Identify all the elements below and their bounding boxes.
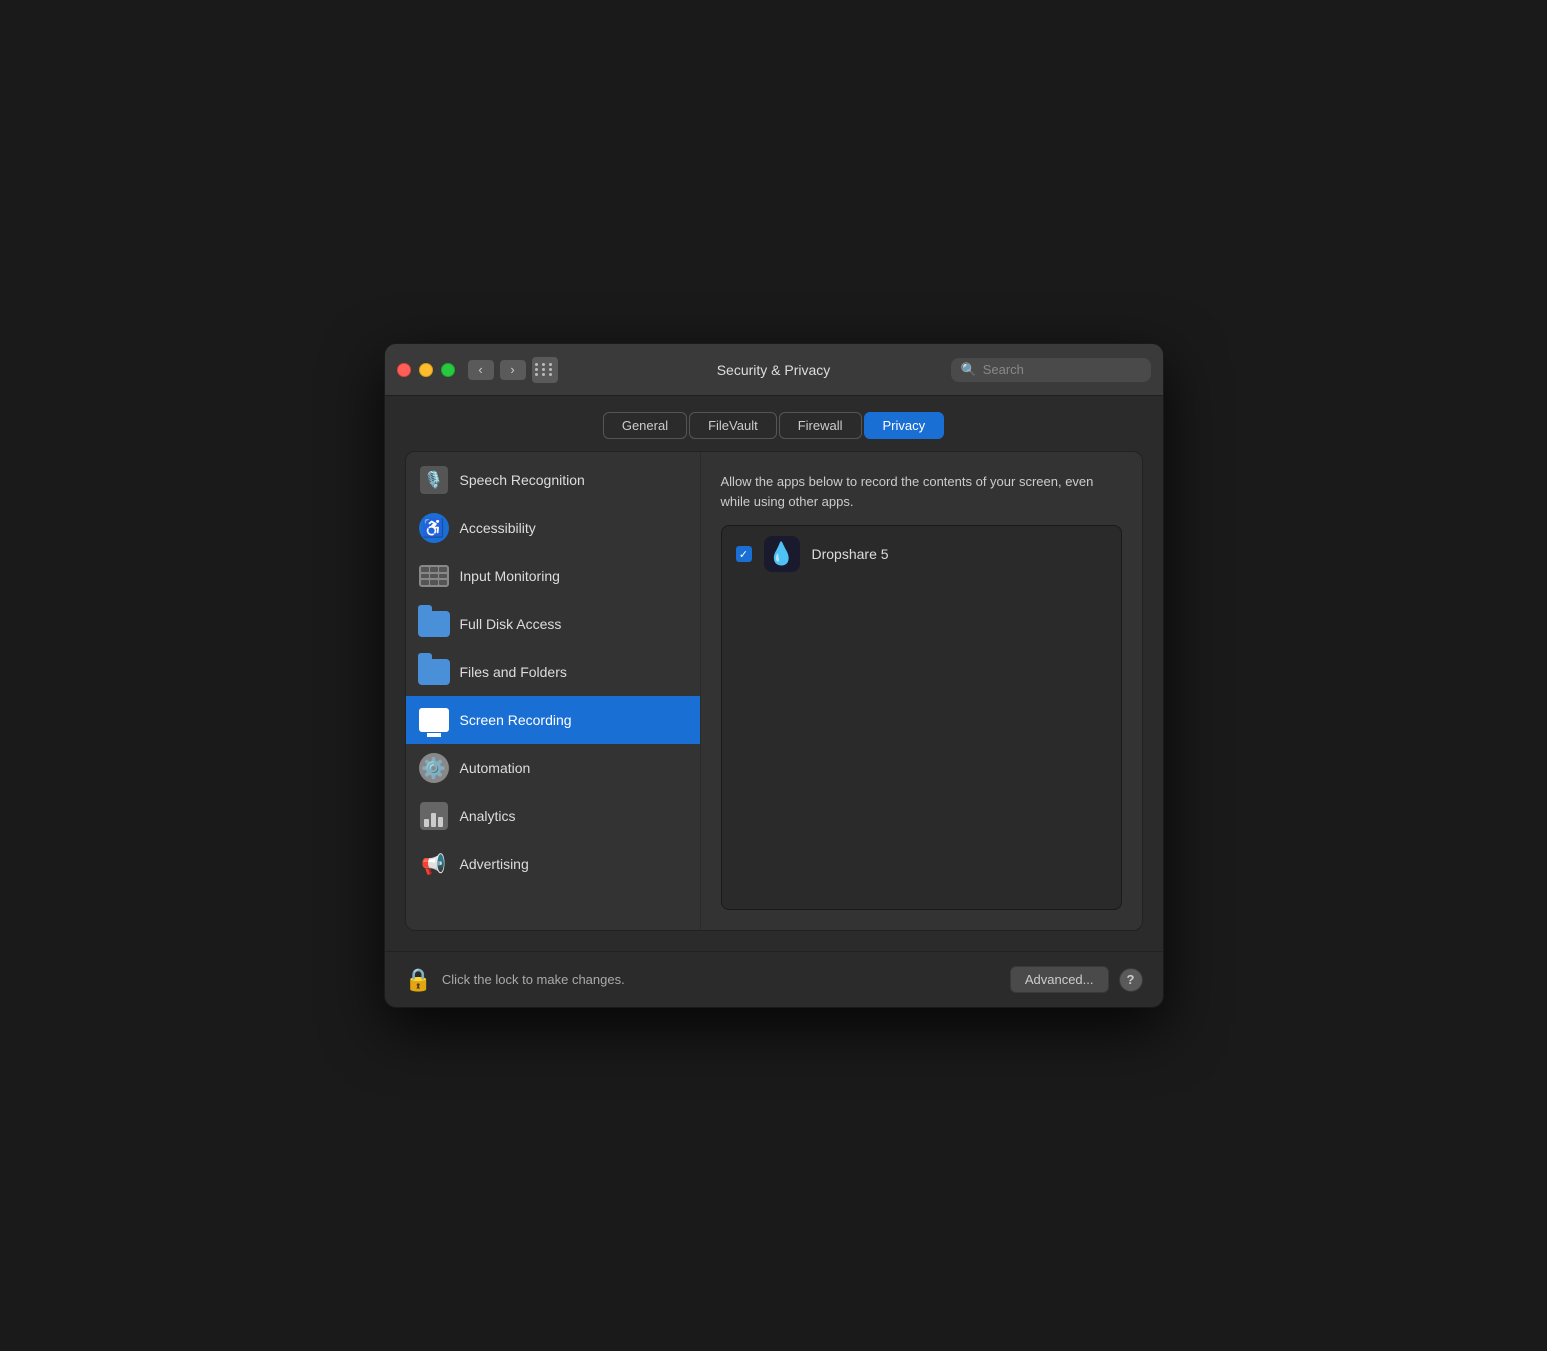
titlebar: ‹ › Security & Privacy 🔍 [385,344,1163,396]
accessibility-icon: ♿ [419,513,449,543]
app-icon-dropshare: 💧 [764,536,800,572]
search-bar[interactable]: 🔍 [951,358,1151,382]
sidebar-label-analytics: Analytics [460,808,516,824]
grid-icon [535,363,554,376]
description-text: Allow the apps below to record the conte… [721,472,1122,511]
sidebar-item-input-monitoring[interactable]: Input Monitoring [406,552,700,600]
app-checkbox-dropshare[interactable]: ✓ [736,546,752,562]
nav-buttons: ‹ › [467,359,527,381]
sidebar-label-files-and-folders: Files and Folders [460,664,567,680]
maximize-button[interactable] [441,363,455,377]
tab-privacy[interactable]: Privacy [864,412,945,439]
sidebar-item-full-disk-access[interactable]: Full Disk Access [406,600,700,648]
sidebar-label-screen-recording: Screen Recording [460,712,572,728]
apps-list: ✓ 💧 Dropshare 5 [721,525,1122,910]
traffic-lights [397,363,455,377]
folder-icon-files [418,659,450,685]
window-title: Security & Privacy [717,362,831,378]
sidebar-item-files-and-folders[interactable]: Files and Folders [406,648,700,696]
sidebar-label-accessibility: Accessibility [460,520,536,536]
main-content: 🎙️ Speech Recognition ♿ Accessibility [385,451,1163,951]
sidebar-item-automation[interactable]: ⚙️ Automation [406,744,700,792]
table-row: ✓ 💧 Dropshare 5 [722,526,1121,582]
tabs-bar: General FileVault Firewall Privacy [385,396,1163,451]
app-name-dropshare: Dropshare 5 [812,546,889,562]
search-input[interactable] [983,362,1141,377]
sidebar-label-automation: Automation [460,760,531,776]
megaphone-icon: 📢 [419,850,449,878]
gear-icon: ⚙️ [419,753,449,783]
sidebar-label-input-monitoring: Input Monitoring [460,568,560,584]
sidebar-label-speech-recognition: Speech Recognition [460,472,585,488]
main-window: ‹ › Security & Privacy 🔍 General FileVau… [384,343,1164,1008]
forward-button[interactable]: › [499,359,527,381]
sidebar-item-screen-recording[interactable]: Screen Recording [406,696,700,744]
sidebar-item-speech-recognition[interactable]: 🎙️ Speech Recognition [406,456,700,504]
sidebar-item-advertising[interactable]: 📢 Advertising [406,840,700,888]
close-button[interactable] [397,363,411,377]
advanced-button[interactable]: Advanced... [1010,966,1109,993]
bottom-buttons: Advanced... ? [1010,966,1143,993]
folder-icon-disk [418,611,450,637]
sidebar-item-accessibility[interactable]: ♿ Accessibility [406,504,700,552]
sidebar-item-analytics[interactable]: Analytics [406,792,700,840]
grid-view-button[interactable] [531,356,559,384]
mic-icon: 🎙️ [420,466,448,494]
keyboard-icon [419,565,449,587]
tab-firewall[interactable]: Firewall [779,412,862,439]
monitor-icon [419,708,449,732]
lock-icon[interactable]: 🔒 [405,967,432,993]
sidebar: 🎙️ Speech Recognition ♿ Accessibility [406,452,701,930]
sidebar-label-advertising: Advertising [460,856,529,872]
search-icon: 🔍 [961,362,977,378]
tab-filevault[interactable]: FileVault [689,412,777,439]
chart-icon [420,802,448,830]
lock-text: Click the lock to make changes. [442,972,625,987]
minimize-button[interactable] [419,363,433,377]
sidebar-label-full-disk-access: Full Disk Access [460,616,562,632]
bottom-bar: 🔒 Click the lock to make changes. Advanc… [385,951,1163,1007]
content-panel: 🎙️ Speech Recognition ♿ Accessibility [405,451,1143,931]
right-content: Allow the apps below to record the conte… [701,452,1142,930]
help-button[interactable]: ? [1119,968,1143,992]
tab-general[interactable]: General [603,412,687,439]
back-button[interactable]: ‹ [467,359,495,381]
